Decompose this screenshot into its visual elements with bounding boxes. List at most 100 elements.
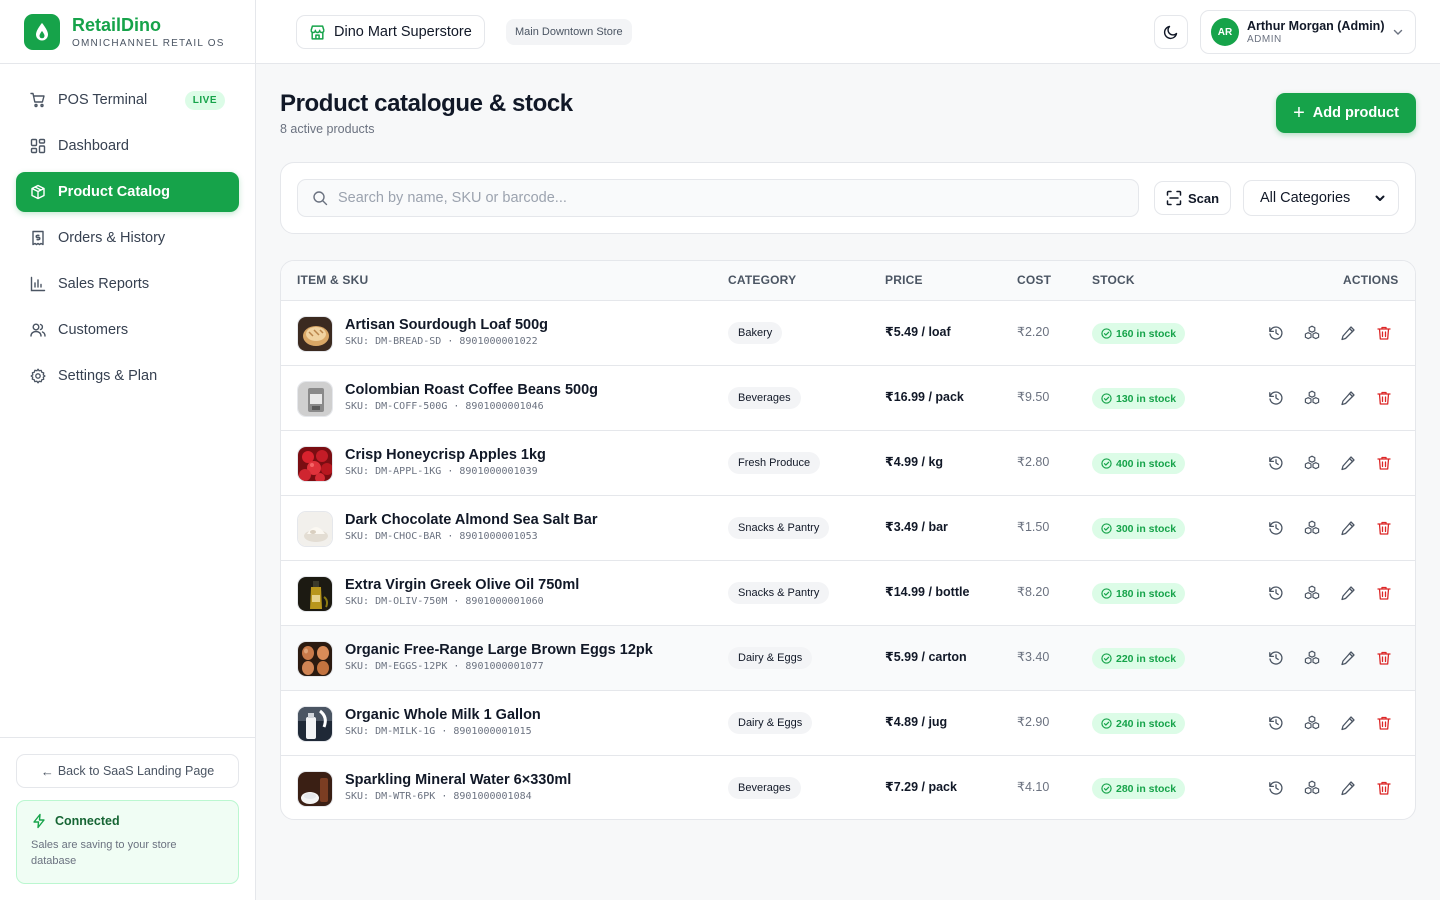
edit-product-button[interactable] xyxy=(1339,779,1357,797)
product-sku: SKU: DM-MILK-1G · 8901000001015 xyxy=(345,726,532,737)
delete-product-button[interactable] xyxy=(1375,714,1393,732)
sidebar-item-customers[interactable]: Customers xyxy=(16,310,239,350)
pencil-icon xyxy=(1341,326,1355,341)
inventory-batches-button[interactable] xyxy=(1303,584,1321,602)
bolt-icon xyxy=(31,813,47,829)
inventory-batches-button[interactable] xyxy=(1303,324,1321,342)
edit-product-button[interactable] xyxy=(1339,324,1357,342)
store-selector[interactable]: Dino Mart Superstore xyxy=(296,15,485,49)
sidebar-item-settings-plan[interactable]: Settings & Plan xyxy=(16,356,239,396)
store-name: Dino Mart Superstore xyxy=(334,24,472,40)
product-cost: ₹1.50 xyxy=(1017,520,1050,534)
delete-product-button[interactable] xyxy=(1375,649,1393,667)
delete-product-button[interactable] xyxy=(1375,519,1393,537)
add-product-button[interactable]: + Add product xyxy=(1276,93,1416,133)
table-row[interactable]: Crisp Honeycrisp Apples 1kg SKU: DM-APPL… xyxy=(281,431,1415,496)
stock-history-button[interactable] xyxy=(1267,389,1285,407)
branch-badge: Main Downtown Store xyxy=(506,19,632,45)
inventory-batches-button[interactable] xyxy=(1303,389,1321,407)
inventory-batches-button[interactable] xyxy=(1303,779,1321,797)
product-sku: SKU: DM-WTR-6PK · 8901000001084 xyxy=(345,791,532,802)
arrow-left-icon: ← xyxy=(40,763,54,779)
brand-tagline: OMNICHANNEL RETAIL OS xyxy=(72,37,225,49)
live-badge: LIVE xyxy=(184,90,225,110)
brand-logo-icon xyxy=(24,13,60,50)
brand[interactable]: RetailDino OMNICHANNEL RETAIL OS xyxy=(0,0,255,64)
stock-badge: 130 in stock xyxy=(1092,388,1186,409)
sidebar-item-sales-reports[interactable]: Sales Reports xyxy=(16,264,239,304)
trash-icon xyxy=(1377,521,1391,535)
stock-history-button[interactable] xyxy=(1267,649,1285,667)
product-name: Crisp Honeycrisp Apples 1kg xyxy=(345,447,546,463)
table-row[interactable]: Extra Virgin Greek Olive Oil 750ml SKU: … xyxy=(281,561,1415,626)
stock-history-button[interactable] xyxy=(1267,454,1285,472)
user-name: Arthur Morgan (Admin) xyxy=(1247,19,1385,33)
product-price: ₹5.49 / loaf xyxy=(885,325,951,339)
product-cost: ₹2.80 xyxy=(1017,455,1050,469)
delete-product-button[interactable] xyxy=(1375,389,1393,407)
stock-text: 180 in stock xyxy=(1116,587,1177,600)
edit-product-button[interactable] xyxy=(1339,519,1357,537)
stock-history-button[interactable] xyxy=(1267,584,1285,602)
stock-history-button[interactable] xyxy=(1267,519,1285,537)
inventory-batches-button[interactable] xyxy=(1303,714,1321,732)
sidebar-item-dashboard[interactable]: Dashboard xyxy=(16,126,239,166)
table-row[interactable]: Sparkling Mineral Water 6×330ml SKU: DM-… xyxy=(281,756,1415,819)
delete-product-button[interactable] xyxy=(1375,584,1393,602)
category-select-value: All Categories xyxy=(1260,190,1351,206)
stock-history-button[interactable] xyxy=(1267,324,1285,342)
sidebar-item-pos-terminal[interactable]: POS Terminal LIVE xyxy=(16,80,239,120)
stock-history-button[interactable] xyxy=(1267,714,1285,732)
product-cost: ₹3.40 xyxy=(1017,650,1050,664)
sidebar-item-label: Sales Reports xyxy=(58,276,150,292)
search-box[interactable] xyxy=(297,179,1139,217)
product-name: Dark Chocolate Almond Sea Salt Bar xyxy=(345,512,598,528)
page-title: Product catalogue & stock xyxy=(280,90,573,117)
boxes-icon xyxy=(1304,455,1320,470)
table-row[interactable]: Colombian Roast Coffee Beans 500g SKU: D… xyxy=(281,366,1415,431)
pencil-icon xyxy=(1341,781,1355,796)
stock-text: 160 in stock xyxy=(1116,327,1177,340)
edit-product-button[interactable] xyxy=(1339,649,1357,667)
product-sku: SKU: DM-APPL-1KG · 8901000001039 xyxy=(345,466,538,477)
stock-text: 130 in stock xyxy=(1116,392,1177,405)
edit-product-button[interactable] xyxy=(1339,584,1357,602)
search-input[interactable] xyxy=(338,190,1118,206)
user-menu[interactable]: AR Arthur Morgan (Admin) ADMIN xyxy=(1200,10,1416,54)
inventory-batches-button[interactable] xyxy=(1303,649,1321,667)
history-icon xyxy=(1269,651,1283,665)
cart-icon xyxy=(30,92,46,108)
sidebar-item-orders-history[interactable]: Orders & History xyxy=(16,218,239,258)
theme-toggle-button[interactable] xyxy=(1154,15,1188,49)
stock-history-button[interactable] xyxy=(1267,779,1285,797)
delete-product-button[interactable] xyxy=(1375,324,1393,342)
scan-barcode-button[interactable]: Scan xyxy=(1154,181,1231,215)
inventory-batches-button[interactable] xyxy=(1303,519,1321,537)
table-row[interactable]: Dark Chocolate Almond Sea Salt Bar SKU: … xyxy=(281,496,1415,561)
product-price: ₹7.29 / pack xyxy=(885,780,957,794)
pencil-icon xyxy=(1341,456,1355,471)
trash-icon xyxy=(1377,651,1391,665)
sidebar-nav: POS Terminal LIVE Dashboard Product Cata… xyxy=(0,64,255,396)
inventory-batches-button[interactable] xyxy=(1303,454,1321,472)
sidebar-item-product-catalog[interactable]: Product Catalog xyxy=(16,172,239,212)
check-circle-icon xyxy=(1101,523,1112,534)
product-cost: ₹8.20 xyxy=(1017,585,1050,599)
edit-product-button[interactable] xyxy=(1339,714,1357,732)
back-to-landing-button[interactable]: ← Back to SaaS Landing Page xyxy=(16,754,239,788)
table-row[interactable]: Organic Free-Range Large Brown Eggs 12pk… xyxy=(281,626,1415,691)
edit-product-button[interactable] xyxy=(1339,454,1357,472)
category-select[interactable]: All Categories xyxy=(1243,180,1399,216)
table-row[interactable]: Artisan Sourdough Loaf 500g SKU: DM-BREA… xyxy=(281,301,1415,366)
boxes-icon xyxy=(1304,520,1320,535)
product-sku: SKU: DM-EGGS-12PK · 8901000001077 xyxy=(345,661,544,672)
product-thumbnail xyxy=(297,641,333,677)
back-button-label: Back to SaaS Landing Page xyxy=(57,764,215,778)
delete-product-button[interactable] xyxy=(1375,454,1393,472)
table-row[interactable]: Organic Whole Milk 1 Gallon SKU: DM-MILK… xyxy=(281,691,1415,756)
edit-product-button[interactable] xyxy=(1339,389,1357,407)
delete-product-button[interactable] xyxy=(1375,779,1393,797)
sidebar-footer: ← Back to SaaS Landing Page Connected Sa… xyxy=(0,737,255,900)
check-circle-icon xyxy=(1101,328,1112,339)
product-name: Organic Whole Milk 1 Gallon xyxy=(345,707,541,723)
